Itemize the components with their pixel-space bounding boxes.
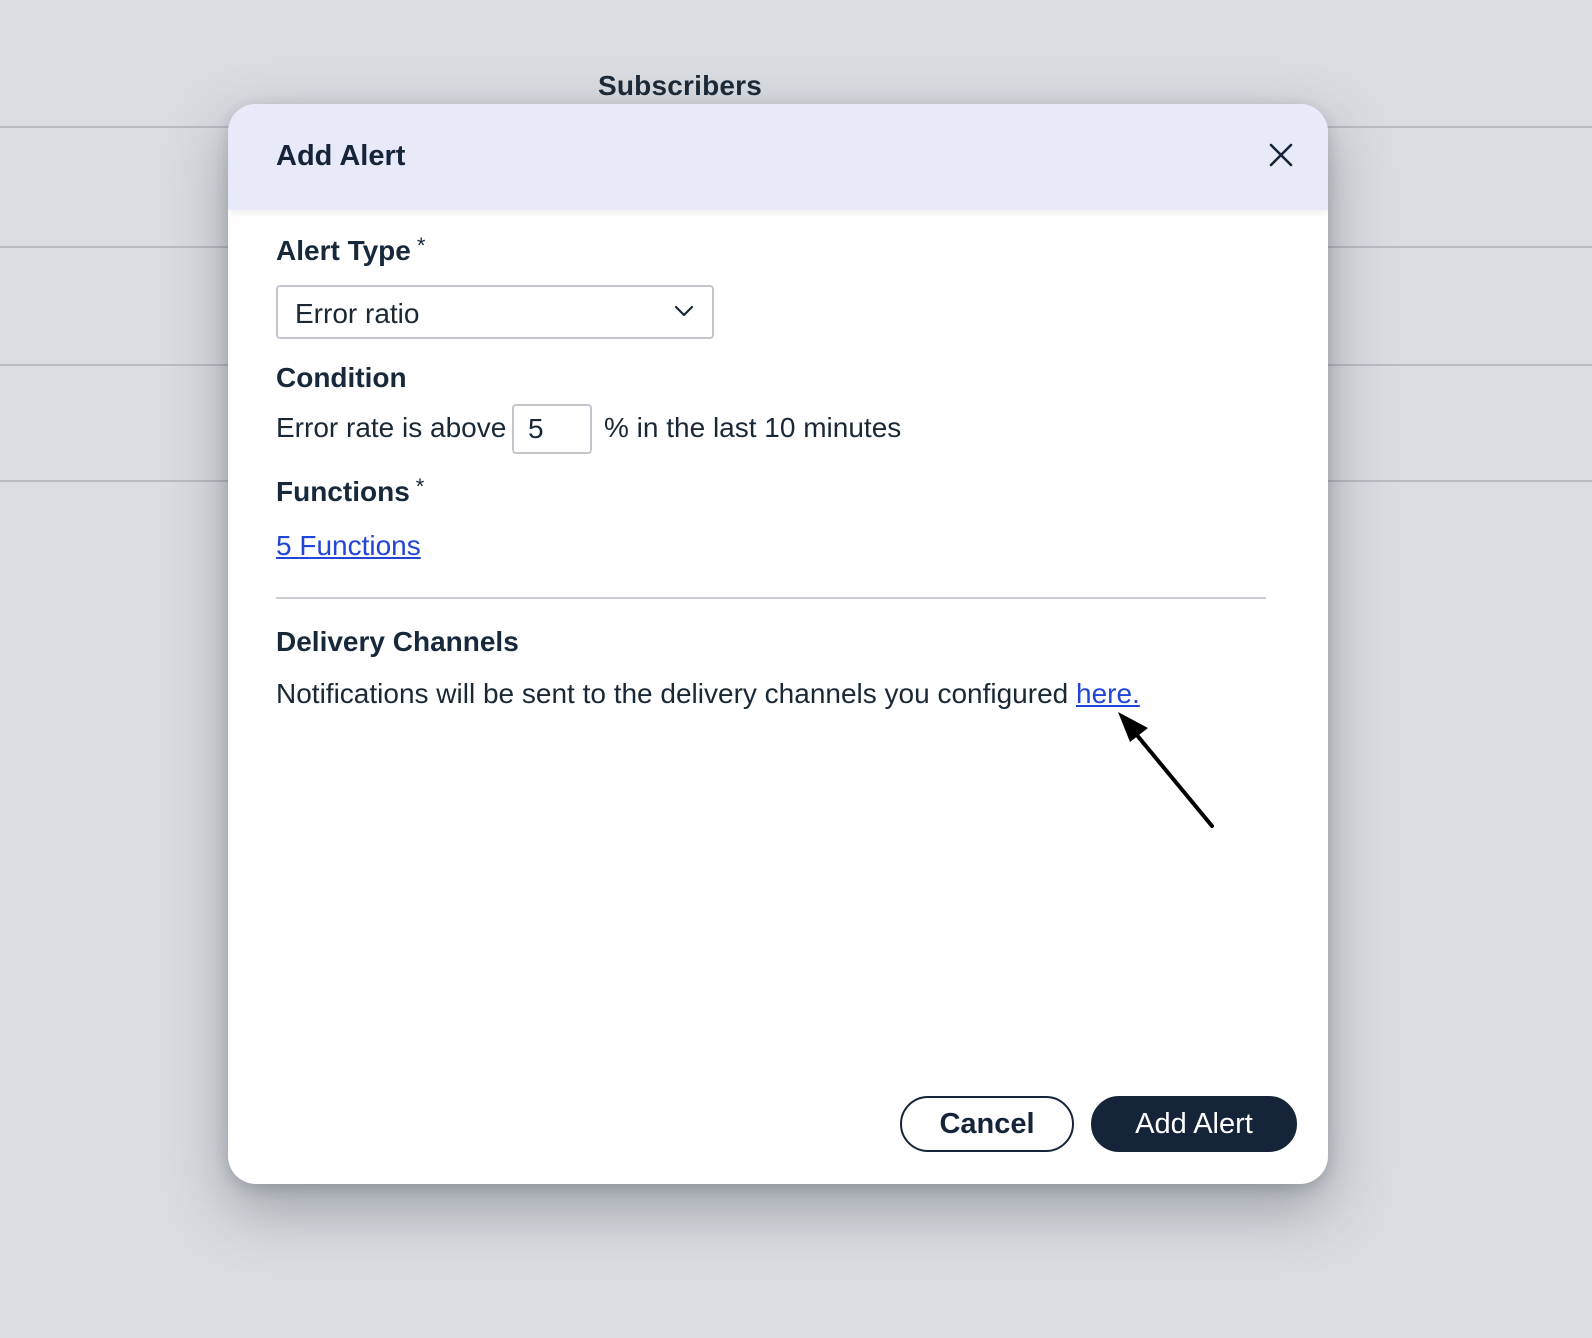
annotation-arrow-icon [1118, 712, 1214, 828]
error-rate-threshold-input[interactable] [512, 404, 592, 454]
add-alert-button[interactable]: Add Alert [1091, 1096, 1297, 1152]
delivery-channels-description: Notifications will be sent to the delive… [276, 678, 1140, 710]
required-marker: * [415, 474, 425, 499]
condition-suffix: % in the last 10 minutes [604, 412, 902, 443]
condition-prefix: Error rate is above [276, 412, 507, 443]
add-alert-dialog: Add Alert Alert Type * Error ratio Condit… [228, 104, 1328, 1184]
alert-type-selected-value: Error ratio [295, 298, 420, 329]
required-marker: * [416, 233, 426, 258]
condition-label: Condition [276, 362, 407, 393]
dialog-title: Add Alert [276, 140, 406, 172]
functions-label: Functions * [276, 474, 425, 508]
delivery-channels-text: Notifications will be sent to the delive… [276, 678, 1069, 709]
alert-type-label: Alert Type * [276, 233, 426, 267]
delivery-channels-label: Delivery Channels [276, 626, 519, 657]
cancel-button[interactable]: Cancel [900, 1096, 1074, 1152]
chevron-down-icon [674, 305, 694, 317]
background-section-title: Subscribers [598, 70, 763, 101]
functions-label-text: Functions [276, 476, 410, 507]
alert-type-label-text: Alert Type [276, 235, 411, 266]
alert-type-select[interactable]: Error ratio [276, 285, 714, 339]
close-icon [1269, 143, 1293, 167]
section-divider [276, 597, 1266, 599]
close-button[interactable] [1264, 138, 1298, 172]
functions-link[interactable]: 5 Functions [276, 530, 421, 562]
dialog-header: Add Alert [228, 104, 1328, 210]
